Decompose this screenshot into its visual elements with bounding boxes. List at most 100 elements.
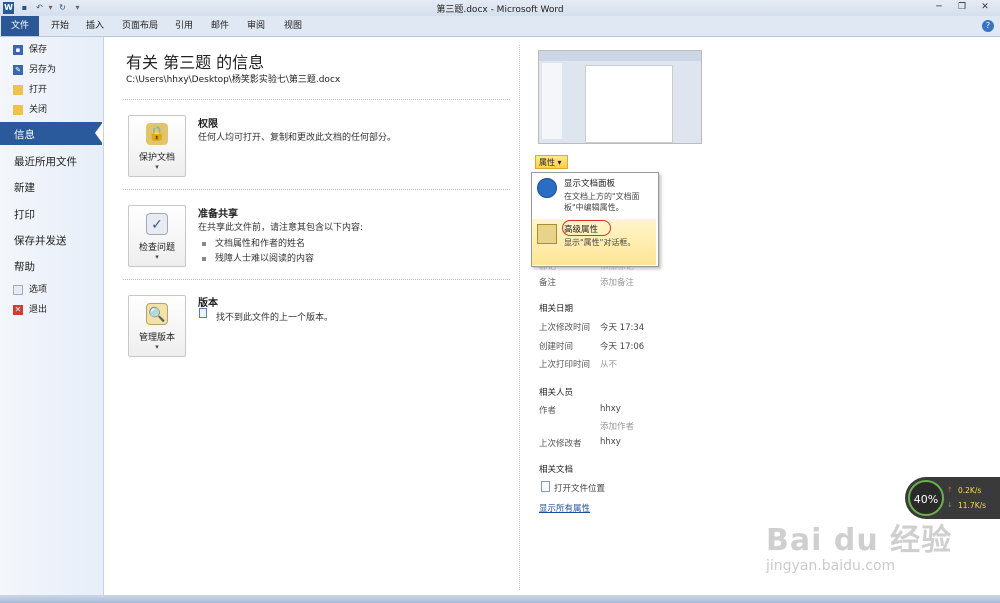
show-all-properties-link[interactable]: 显示所有属性 bbox=[539, 502, 590, 514]
date-key: 上次修改时间 bbox=[539, 323, 591, 333]
document-version-icon bbox=[199, 308, 207, 318]
permissions-heading: 权限 bbox=[198, 119, 218, 130]
date-value: 从不 bbox=[600, 360, 618, 370]
highlight-circle bbox=[562, 220, 611, 236]
nav-recent[interactable]: 最近所用文件 bbox=[14, 154, 77, 169]
property-value[interactable]: 添加备注 bbox=[600, 276, 634, 288]
chevron-down-icon: ▾ bbox=[155, 253, 159, 261]
manage-versions-label: 管理版本 bbox=[138, 333, 175, 343]
property-key: 备注 bbox=[539, 278, 557, 288]
tab-page-layout[interactable]: 页面布局 bbox=[116, 16, 164, 36]
tab-insert[interactable]: 插入 bbox=[80, 16, 110, 36]
permissions-desc: 任何人均可打开、复制和更改此文档的任何部分。 bbox=[198, 133, 397, 143]
divider bbox=[123, 279, 510, 280]
taskbar bbox=[0, 595, 1000, 603]
date-value: 今天 17:34 bbox=[600, 323, 645, 333]
nav-save-as[interactable]: ✎ 另存为 bbox=[0, 61, 100, 79]
date-key: 上次打印时间 bbox=[539, 360, 591, 370]
related-people-heading: 相关人员 bbox=[539, 388, 574, 398]
tab-mailings[interactable]: 邮件 bbox=[205, 16, 235, 36]
menu-item-show-document-panel[interactable]: 显示文档面板 在文档上方的"文档面板"中编辑属性。 bbox=[532, 173, 656, 219]
last-modified-by-value: hhxy bbox=[600, 437, 621, 447]
tab-view[interactable]: 视图 bbox=[278, 16, 308, 36]
file-location-icon bbox=[541, 481, 550, 492]
menu-item-desc: 显示"属性"对话框。 bbox=[564, 238, 636, 247]
menu-item-title: 显示文档面板 bbox=[564, 179, 616, 189]
file-path: C:\Users\hhxy\Desktop\杨笑影实验七\第三题.docx bbox=[126, 75, 341, 85]
options-icon bbox=[13, 285, 23, 295]
nav-info[interactable]: 信息 bbox=[14, 127, 35, 142]
versions-icon: 🔍 bbox=[146, 303, 168, 325]
nav-close-label: 关闭 bbox=[29, 105, 48, 115]
nav-options[interactable]: 选项 bbox=[0, 281, 100, 299]
minimize-button[interactable]: ─ bbox=[930, 1, 948, 14]
nav-open-label: 打开 bbox=[29, 85, 48, 95]
date-value: 今天 17:06 bbox=[600, 342, 645, 352]
tab-review[interactable]: 审阅 bbox=[241, 16, 271, 36]
page-title: 有关 第三题 的信息 bbox=[126, 53, 265, 72]
nav-exit[interactable]: ✕ 退出 bbox=[0, 301, 100, 319]
nav-exit-label: 退出 bbox=[29, 305, 48, 315]
nav-help[interactable]: 帮助 bbox=[14, 259, 35, 274]
baidu-watermark-url: jingyan.baidu.com bbox=[766, 558, 896, 574]
nav-save[interactable]: ▪ 保存 bbox=[0, 41, 100, 59]
protect-document-button[interactable]: 🔒 保护文档 ▾ bbox=[128, 115, 186, 177]
upload-speed: 0.2K/s bbox=[958, 486, 982, 495]
restore-button[interactable]: ❐ bbox=[953, 1, 971, 14]
prepare-share-desc: 在共享此文件前，请注意其包含以下内容: bbox=[198, 223, 364, 233]
manage-versions-button[interactable]: 🔍 管理版本 ▾ bbox=[128, 295, 186, 357]
nav-save-label: 保存 bbox=[29, 45, 48, 55]
nav-close[interactable]: 关闭 bbox=[0, 101, 100, 119]
chevron-down-icon: ▾ bbox=[155, 343, 159, 351]
download-arrow-icon: ↓ bbox=[947, 501, 953, 509]
lock-icon: 🔒 bbox=[146, 123, 168, 145]
nav-print[interactable]: 打印 bbox=[14, 207, 35, 222]
related-dates-heading: 相关日期 bbox=[539, 304, 574, 314]
baidu-watermark: Bai du 经验 bbox=[766, 523, 953, 558]
document-thumbnail bbox=[538, 50, 702, 144]
divider bbox=[123, 189, 510, 190]
open-folder-icon bbox=[13, 85, 23, 95]
prepare-share-heading: 准备共享 bbox=[198, 209, 238, 220]
upload-arrow-icon: ↑ bbox=[947, 486, 953, 494]
document-panel-icon bbox=[537, 178, 557, 198]
check-issues-label: 检查问题 bbox=[138, 243, 175, 253]
divider bbox=[123, 99, 510, 100]
author-value: hhxy bbox=[600, 404, 621, 414]
menu-item-desc: 在文档上方的"文档面板"中编辑属性。 bbox=[564, 192, 640, 212]
versions-heading: 版本 bbox=[198, 298, 218, 309]
nav-new[interactable]: 新建 bbox=[14, 180, 35, 195]
prepare-share-bullet: 文档属性和作者的姓名 bbox=[202, 236, 305, 249]
nav-open[interactable]: 打开 bbox=[0, 81, 100, 99]
advanced-properties-icon bbox=[537, 224, 557, 244]
tab-home[interactable]: 开始 bbox=[44, 16, 76, 36]
nav-save-as-label: 另存为 bbox=[29, 65, 57, 75]
versions-desc: 找不到此文件的上一个版本。 bbox=[216, 313, 334, 323]
nav-save-send[interactable]: 保存并发送 bbox=[14, 233, 67, 248]
save-icon: ▪ bbox=[13, 45, 23, 55]
close-button[interactable]: ✕ bbox=[976, 1, 994, 14]
add-author-link[interactable]: 添加作者 bbox=[600, 420, 634, 432]
people-key: 作者 bbox=[539, 406, 557, 416]
close-folder-icon bbox=[13, 105, 23, 115]
download-speed: 11.7K/s bbox=[958, 501, 987, 510]
save-as-icon: ✎ bbox=[13, 65, 23, 75]
tab-file[interactable]: 文件 bbox=[1, 16, 39, 36]
exit-icon: ✕ bbox=[13, 305, 23, 315]
protect-document-label: 保护文档 bbox=[138, 153, 175, 163]
chevron-down-icon: ▾ bbox=[155, 163, 159, 171]
check-issues-button[interactable]: ✓ 检查问题 ▾ bbox=[128, 205, 186, 267]
window-title: 第三题.docx - Microsoft Word bbox=[436, 5, 564, 15]
pane-divider bbox=[519, 45, 520, 590]
nav-options-label: 选项 bbox=[29, 285, 48, 295]
ribbon-help-icon[interactable]: ? bbox=[982, 20, 994, 32]
inspect-document-icon: ✓ bbox=[146, 213, 168, 235]
tab-references[interactable]: 引用 bbox=[169, 16, 199, 36]
usage-percent: 40% bbox=[908, 480, 944, 516]
prepare-share-bullet: 残障人士难以阅读的内容 bbox=[202, 251, 314, 264]
people-key: 上次修改者 bbox=[539, 439, 582, 449]
open-file-location-link[interactable]: 打开文件位置 bbox=[554, 482, 605, 494]
properties-dropdown-button[interactable]: 属性 ▾ bbox=[535, 155, 568, 169]
date-key: 创建时间 bbox=[539, 342, 574, 352]
related-documents-heading: 相关文档 bbox=[539, 465, 574, 475]
